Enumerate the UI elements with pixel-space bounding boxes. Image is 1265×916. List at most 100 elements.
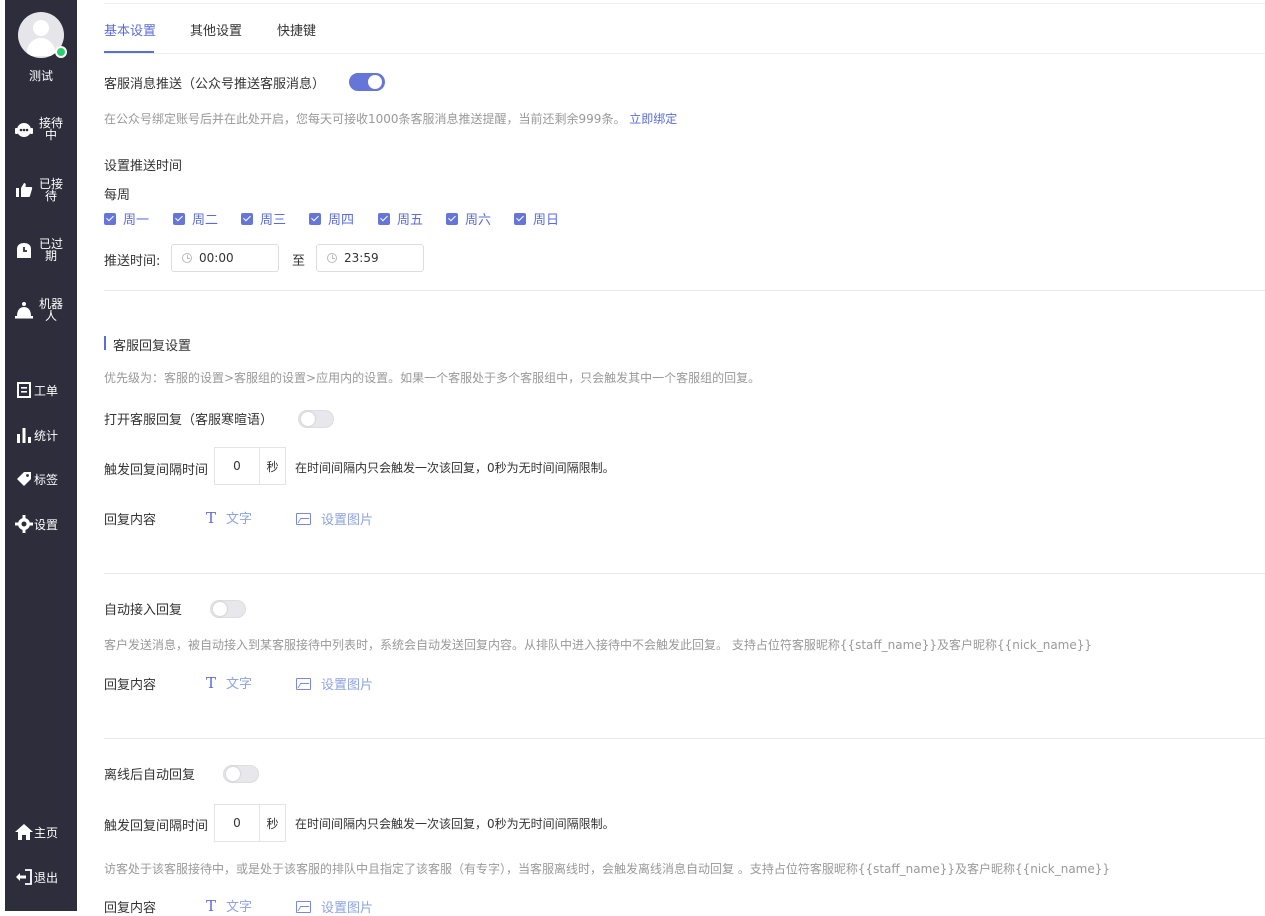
sidebar-item-label: 已接待 xyxy=(38,177,63,203)
day-checkbox-sun[interactable]: 周日 xyxy=(514,209,559,228)
offline-interval-label: 触发回复间隔时间 xyxy=(104,819,209,834)
weekly-label: 每周 xyxy=(104,188,131,203)
section-marker xyxy=(104,336,106,350)
sidebar-item-stats[interactable]: 统计 xyxy=(5,425,77,445)
end-time-picker[interactable]: 23:59 xyxy=(316,244,424,272)
tab-shortcuts[interactable]: 快捷键 xyxy=(277,20,316,39)
checkbox-checked-icon xyxy=(514,212,526,225)
gear-icon xyxy=(14,514,34,534)
bind-link[interactable]: 立即绑定 xyxy=(629,112,677,126)
day-checkbox-tue[interactable]: 周二 xyxy=(173,209,218,228)
auto-accept-label: 自动接入回复 xyxy=(104,603,183,618)
settings-main: 基本设置 其他设置 快捷键 客服消息推送（公众号推送客服消息） 在公众号绑定账号… xyxy=(104,0,1265,916)
offline-text-button[interactable]: T 文字 xyxy=(206,896,252,916)
sidebar-item-label: 机器人 xyxy=(38,297,63,323)
start-time-picker[interactable]: 00:00 xyxy=(171,244,279,272)
sidebar-item-label: 工单 xyxy=(34,383,59,398)
sidebar-item-tags[interactable]: 标签 xyxy=(5,469,77,489)
text-icon: T xyxy=(206,673,217,692)
offline-interval-input[interactable]: 0秒 xyxy=(214,804,286,842)
top-divider xyxy=(104,3,1265,4)
checkbox-checked-icon xyxy=(446,212,458,225)
sidebar-item-label: 统计 xyxy=(34,428,59,443)
offline-hint: 访客处于该客服接待中，或是处于该客服的排队中且指定了该客服（有专字），当客服离线… xyxy=(104,862,1111,876)
checkbox-checked-icon xyxy=(241,212,253,225)
day-checkbox-wed[interactable]: 周三 xyxy=(241,209,286,228)
clock-icon xyxy=(182,253,192,263)
sidebar-item-receiving[interactable]: 接待中 xyxy=(5,117,77,141)
auto-accept-text-button[interactable]: T 文字 xyxy=(206,673,252,693)
schedule-label: 设置推送时间 xyxy=(104,159,183,174)
sidebar-item-received[interactable]: 已接待 xyxy=(5,178,77,202)
logout-icon xyxy=(14,867,34,887)
tab-other-settings[interactable]: 其他设置 xyxy=(190,20,242,39)
sidebar-item-logout[interactable]: 退出 xyxy=(5,867,77,887)
auto-accept-content-label: 回复内容 xyxy=(104,678,157,693)
sidebar-item-settings[interactable]: 设置 xyxy=(5,514,77,534)
push-toggle[interactable] xyxy=(349,73,385,91)
text-icon: T xyxy=(206,508,217,527)
sidebar-item-ticket[interactable]: 工单 xyxy=(5,380,77,400)
bell-robot-icon xyxy=(14,300,34,320)
section-divider xyxy=(104,738,1265,739)
sidebar-item-robot[interactable]: 机器人 xyxy=(5,298,77,322)
image-icon xyxy=(296,512,311,525)
offline-interval-hint: 在时间间隔内只会触发一次该回复，0秒为无时间间隔限制。 xyxy=(295,817,615,831)
day-checkbox-fri[interactable]: 周五 xyxy=(378,209,423,228)
sidebar: 测试 接待中 已接待 已过期 机器人 工单 统计 标签 设置 主页 退出 xyxy=(5,0,77,911)
image-icon xyxy=(296,677,311,690)
text-reply-button[interactable]: T 文字 xyxy=(206,508,252,528)
offline-image-button[interactable]: 设置图片 xyxy=(296,897,373,916)
auto-accept-image-button[interactable]: 设置图片 xyxy=(296,674,373,693)
image-reply-button[interactable]: 设置图片 xyxy=(296,509,373,528)
greeting-toggle[interactable] xyxy=(298,410,334,428)
home-icon xyxy=(14,822,34,842)
sidebar-item-label: 标签 xyxy=(34,472,59,487)
online-status-dot xyxy=(55,46,67,58)
tab-bar: 基本设置 其他设置 快捷键 xyxy=(104,20,1265,54)
headset-icon xyxy=(14,119,34,139)
push-title: 客服消息推送（公众号推送客服消息） xyxy=(104,77,326,92)
interval-label: 触发回复间隔时间 xyxy=(104,463,209,478)
section-divider xyxy=(104,573,1265,574)
sidebar-item-label: 主页 xyxy=(34,825,59,840)
push-time-label: 推送时间: xyxy=(104,254,161,269)
sidebar-item-label: 接待中 xyxy=(38,116,63,142)
offline-toggle[interactable] xyxy=(223,765,259,783)
checkbox-checked-icon xyxy=(378,212,390,225)
thumb-icon xyxy=(14,180,34,200)
auto-accept-hint: 客户发送消息，被自动接入到某客服接待中列表时，系统会自动发送回复内容。从排队中进… xyxy=(104,638,1093,652)
sidebar-item-label: 已过期 xyxy=(38,237,63,263)
avatar[interactable] xyxy=(18,12,67,58)
offline-label: 离线后自动回复 xyxy=(104,768,196,783)
priority-hint: 优先级为：客服的设置>客服组的设置>应用内的设置。如果一个客服处于多个客服组中，… xyxy=(104,371,761,385)
text-icon: T xyxy=(206,896,217,915)
day-checkbox-thu[interactable]: 周四 xyxy=(309,209,354,228)
greeting-label: 打开客服回复（客服寒暄语） xyxy=(104,413,274,428)
active-tab-indicator xyxy=(104,51,154,53)
checkbox-checked-icon xyxy=(173,212,185,225)
offline-content-label: 回复内容 xyxy=(104,901,157,916)
push-hint: 在公众号绑定账号后并在此处开启，您每天可接收1000条客服消息推送提醒，当前还剩… xyxy=(104,112,678,126)
auto-accept-toggle[interactable] xyxy=(210,600,246,618)
sidebar-item-label: 退出 xyxy=(34,870,59,885)
tag-icon xyxy=(14,469,34,489)
sidebar-item-label: 设置 xyxy=(34,517,59,532)
checkbox-checked-icon xyxy=(104,212,116,225)
sidebar-item-expired[interactable]: 已过期 xyxy=(5,238,77,262)
interval-input[interactable]: 0秒 xyxy=(214,447,286,485)
day-checkbox-sat[interactable]: 周六 xyxy=(446,209,491,228)
ticket-icon xyxy=(14,380,34,400)
reply-content-label: 回复内容 xyxy=(104,513,157,528)
username: 测试 xyxy=(28,69,53,83)
clock-icon xyxy=(327,253,337,263)
tab-basic-settings[interactable]: 基本设置 xyxy=(104,20,156,39)
bar-chart-icon xyxy=(14,425,34,445)
to-label: 至 xyxy=(292,254,306,269)
reply-section-title: 客服回复设置 xyxy=(113,339,192,354)
checkbox-checked-icon xyxy=(309,212,321,225)
interval-hint: 在时间间隔内只会触发一次该回复，0秒为无时间间隔限制。 xyxy=(295,461,615,475)
clock-bag-icon xyxy=(14,240,34,260)
sidebar-item-home[interactable]: 主页 xyxy=(5,822,77,842)
day-checkbox-mon[interactable]: 周一 xyxy=(104,209,149,228)
